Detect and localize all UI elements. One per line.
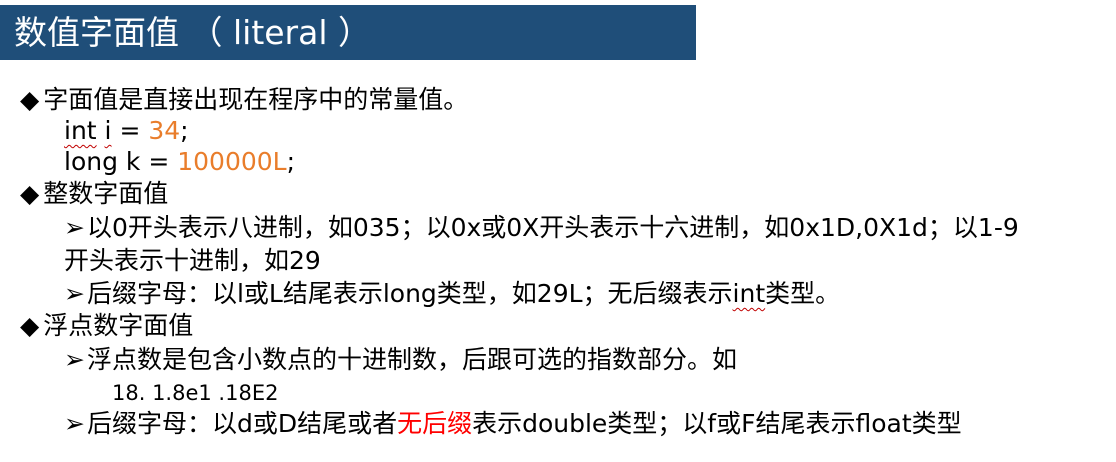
- slide-title: 数值字面值 （ literal ）: [0, 5, 696, 60]
- code-value-34: 34: [148, 116, 181, 145]
- integer-heading: ◆ 整数字面值: [20, 178, 168, 210]
- integer-item-1-text: 以0开头表示八进制，如035；以0x或0X开头表示十六进制，如0x1D,0X1d…: [86, 213, 1019, 242]
- integer-heading-text: 整数字面值: [43, 179, 169, 208]
- float-item-2-tail: 表示double类型；以f或F结尾表示float类型: [472, 409, 962, 438]
- float-item-2-text: 后缀字母：以d或D结尾或者: [86, 409, 398, 438]
- integer-item-1: ➢以0开头表示八进制，如035；以0x或0X开头表示十六进制，如0x1D,0X1…: [64, 212, 1019, 244]
- diamond-bullet-icon: ◆: [20, 311, 40, 340]
- intro-heading-text: 字面值是直接出现在程序中的常量值。: [43, 85, 469, 114]
- code-long-decl: long k =: [64, 147, 178, 176]
- float-heading: ◆ 浮点数字面值: [20, 310, 193, 342]
- int-keyword: int: [732, 279, 766, 308]
- intro-heading: ◆ 字面值是直接出现在程序中的常量值。: [20, 84, 468, 116]
- code-example-int: int i = 34;: [64, 115, 189, 147]
- arrow-bullet-icon: ➢: [64, 279, 85, 308]
- arrow-bullet-icon: ➢: [64, 345, 85, 374]
- float-item-2: ➢后缀字母：以d或D结尾或者无后缀表示double类型；以f或F结尾表示floa…: [64, 408, 962, 440]
- float-item-1: ➢浮点数是包含小数点的十进制数，后跟可选的指数部分。如: [64, 344, 737, 376]
- diamond-bullet-icon: ◆: [20, 85, 40, 114]
- integer-item-2: ➢后缀字母：以l或L结尾表示long类型，如29L；无后缀表示int类型。: [64, 278, 840, 310]
- code-example-long: long k = 100000L;: [64, 146, 295, 178]
- float-heading-text: 浮点数字面值: [43, 311, 194, 340]
- integer-item-1-cont: 开头表示十进制，如29: [64, 246, 321, 275]
- code-semicolon: ;: [180, 116, 189, 145]
- arrow-bullet-icon: ➢: [64, 409, 85, 438]
- arrow-bullet-icon: ➢: [64, 213, 85, 242]
- diamond-bullet-icon: ◆: [20, 179, 40, 208]
- code-semicolon: ;: [286, 147, 296, 176]
- no-suffix-highlight: 无后缀: [397, 409, 473, 438]
- code-var-i: i: [104, 116, 112, 145]
- float-example: 18. 1.8e1 .18E2: [112, 381, 279, 405]
- code-value-100000L: 100000L: [177, 147, 287, 176]
- integer-item-2-text: 后缀字母：以l或L结尾表示long类型，如29L；无后缀表示: [86, 279, 733, 308]
- code-assign: =: [111, 116, 149, 145]
- float-item-1-text: 浮点数是包含小数点的十进制数，后跟可选的指数部分。如: [86, 345, 737, 374]
- code-keyword-int: int: [64, 116, 97, 145]
- integer-item-2-tail: 类型。: [765, 279, 841, 308]
